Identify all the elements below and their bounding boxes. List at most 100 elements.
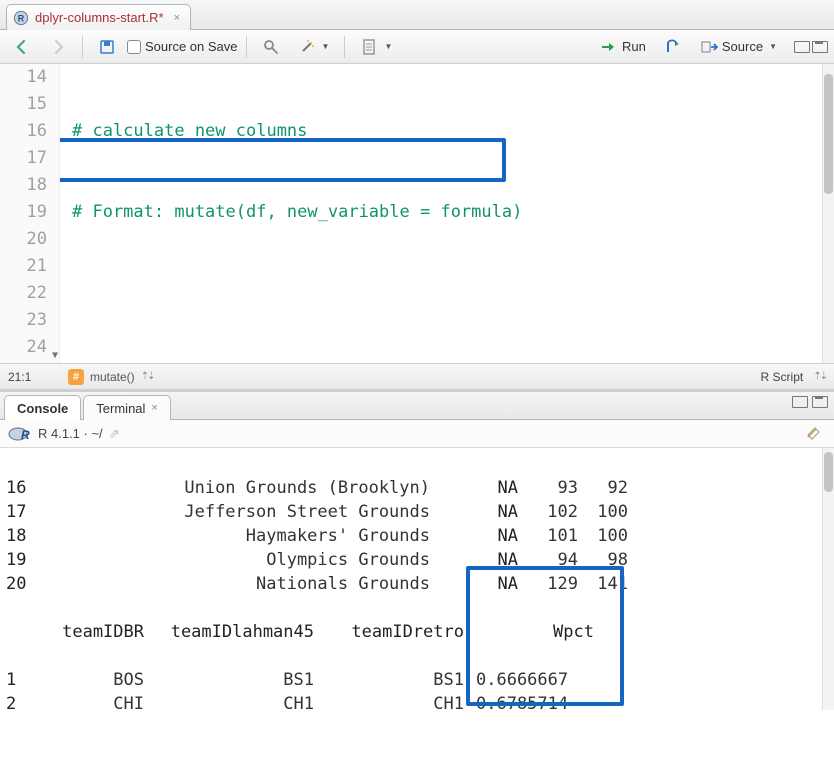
num-value: 101 [518, 524, 578, 548]
language-sort-icon[interactable]: ⇡⇣ [813, 371, 826, 382]
code-editor[interactable]: 14 15 16 17 18 19 20 21 22 23 24 ▼ # cal… [0, 64, 834, 364]
cursor-position: 21:1 [8, 370, 68, 384]
park-name: Olympics Grounds [38, 548, 438, 572]
col-header: teamIDBR [38, 620, 148, 644]
na-value: NA [438, 500, 518, 524]
console-row: 2CHICH1CH10.6785714 [6, 692, 834, 710]
save-button[interactable] [91, 34, 123, 60]
row-index: 16 [6, 476, 38, 500]
wpct-value: 0.6666667 [468, 668, 598, 692]
num-value: 100 [578, 524, 628, 548]
tab-console[interactable]: Console [4, 395, 81, 420]
r-file-icon: R [13, 10, 29, 26]
close-tab-icon[interactable]: × [151, 402, 157, 414]
console-row: 1BOSBS1BS10.6666667 [6, 668, 834, 692]
toolbar-right: Run Source ▼ [593, 34, 828, 60]
park-name: Haymakers' Grounds [38, 524, 438, 548]
scope-crumb[interactable]: mutate() [90, 370, 135, 384]
na-value: NA [438, 476, 518, 500]
console-output[interactable]: 16Union Grounds (Brooklyn)NA939217Jeffer… [0, 448, 834, 710]
file-tab-label: dplyr-columns-start.R* [35, 10, 164, 25]
na-value: NA [438, 548, 518, 572]
toolbar-separator [344, 36, 345, 58]
line-number: 21 [0, 253, 47, 280]
toolbar-separator [82, 36, 83, 58]
scrollbar-thumb[interactable] [824, 74, 833, 194]
editor-tab-bar: R dplyr-columns-start.R* × [0, 0, 834, 30]
pane-minimize-icon[interactable] [792, 396, 808, 408]
back-button[interactable] [6, 34, 38, 60]
line-number: 20 [0, 226, 47, 253]
toolbar-separator [246, 36, 247, 58]
park-name: Jefferson Street Grounds [38, 500, 438, 524]
line-number: 24 ▼ [0, 334, 47, 361]
line-number: 16 [0, 118, 47, 145]
console-tab-bar: Console Terminal × [0, 392, 834, 420]
pane-window-controls [794, 41, 828, 53]
console-row: 17Jefferson Street GroundsNA102100 [6, 500, 834, 524]
console-window-controls [792, 396, 828, 408]
row-index: 2 [6, 692, 38, 710]
report-button[interactable]: ▼ [353, 34, 399, 60]
line-number: 19 [0, 199, 47, 226]
line-number: 14 [0, 64, 47, 91]
teamidbr: BOS [38, 668, 148, 692]
svg-text:R: R [21, 428, 30, 442]
console-row: 16Union Grounds (Brooklyn)NA9392 [6, 476, 834, 500]
chevron-down-icon: ▼ [322, 42, 330, 51]
teamidlahman: BS1 [148, 668, 318, 692]
code-area[interactable]: # calculate new columns # Format: mutate… [60, 64, 834, 363]
num-value: 102 [518, 500, 578, 524]
clear-console-icon[interactable] [804, 423, 824, 444]
teamidretro: BS1 [318, 668, 468, 692]
num-value: 100 [578, 500, 628, 524]
row-index: 20 [6, 572, 38, 596]
source-on-save-toggle[interactable]: Source on Save [127, 39, 238, 54]
line-number: 17 [0, 145, 47, 172]
row-index: 17 [6, 500, 38, 524]
pane-minimize-icon[interactable] [794, 41, 810, 53]
r-logo-icon: R [8, 425, 30, 443]
console-header-row: teamIDBRteamIDlahman45teamIDretroWpct [6, 620, 834, 644]
scrollbar-thumb[interactable] [824, 452, 833, 492]
editor-scrollbar[interactable] [822, 64, 834, 363]
chevron-down-icon: ▼ [384, 42, 392, 51]
col-header: teamIDlahman45 [148, 620, 318, 644]
console-info-text: R 4.1.1 · ~/ [38, 426, 103, 441]
pane-maximize-icon[interactable] [812, 396, 828, 408]
fold-caret-icon[interactable]: ▼ [48, 342, 58, 369]
wand-button[interactable]: ▼ [291, 34, 337, 60]
num-value: 141 [578, 572, 628, 596]
scope-sort-icon[interactable]: ⇡⇣ [141, 371, 154, 382]
na-value: NA [438, 572, 518, 596]
find-button[interactable] [255, 34, 287, 60]
row-index: 18 [6, 524, 38, 548]
teamidbr: CHI [38, 692, 148, 710]
pane-maximize-icon[interactable] [812, 41, 828, 53]
console-scrollbar[interactable] [822, 448, 834, 710]
file-tab[interactable]: R dplyr-columns-start.R* × [6, 4, 191, 30]
close-tab-icon[interactable]: × [174, 12, 180, 24]
wpct-value: 0.6785714 [468, 692, 598, 710]
console-row: 20Nationals GroundsNA129141 [6, 572, 834, 596]
col-header-wpct: Wpct [468, 620, 598, 644]
line-number: 18 [0, 172, 47, 199]
na-value: NA [438, 524, 518, 548]
language-label[interactable]: R Script [761, 370, 804, 384]
chevron-down-icon: ▼ [769, 42, 777, 51]
park-name: Nationals Grounds [38, 572, 438, 596]
console-row: 19Olympics GroundsNA9498 [6, 548, 834, 572]
run-button-label: Run [622, 39, 646, 54]
row-index: 19 [6, 548, 38, 572]
source-button[interactable]: Source ▼ [693, 34, 784, 60]
run-button[interactable]: Run [593, 34, 653, 60]
num-value: 129 [518, 572, 578, 596]
line-gutter: 14 15 16 17 18 19 20 21 22 23 24 ▼ [0, 64, 60, 363]
editor-statusbar: 21:1 # mutate() ⇡⇣ R Script ⇡⇣ [0, 364, 834, 390]
forward-button[interactable] [42, 34, 74, 60]
share-icon[interactable]: ⇗ [109, 426, 120, 442]
checkbox-icon[interactable] [127, 40, 141, 54]
console-info-bar: R R 4.1.1 · ~/ ⇗ [0, 420, 834, 448]
rerun-button[interactable] [657, 34, 689, 60]
tab-terminal[interactable]: Terminal × [83, 395, 171, 420]
